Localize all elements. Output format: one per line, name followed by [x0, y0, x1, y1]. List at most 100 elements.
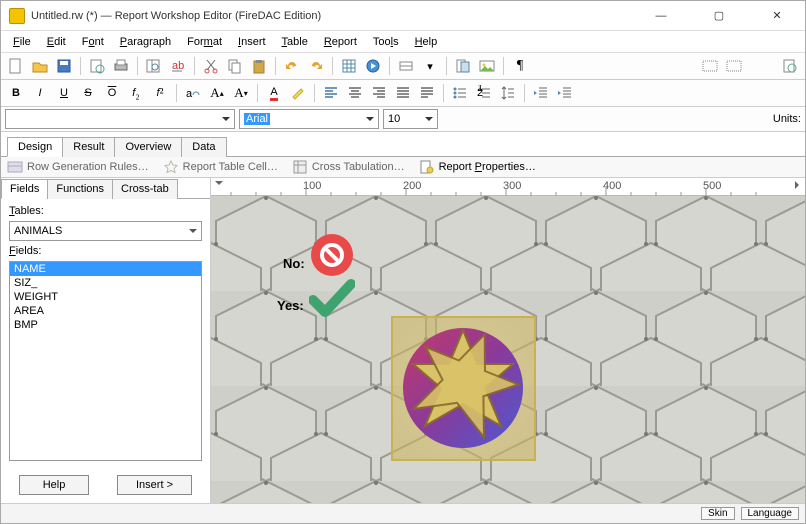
- overline-icon[interactable]: O: [101, 82, 123, 104]
- crosstab-button[interactable]: Cross Tabulation…: [292, 159, 405, 175]
- insert-report-icon[interactable]: [452, 55, 474, 77]
- maximize-button[interactable]: ▢: [699, 4, 739, 28]
- list-item[interactable]: BMP: [10, 318, 201, 332]
- replace-icon[interactable]: ab: [167, 55, 189, 77]
- canvas[interactable]: No: Yes:: [211, 196, 805, 503]
- dropdown-icon[interactable]: ▾: [419, 55, 441, 77]
- superscript-icon[interactable]: f²: [149, 82, 171, 104]
- outdent-icon[interactable]: [530, 82, 552, 104]
- align-center-icon[interactable]: [344, 82, 366, 104]
- menu-table[interactable]: Table: [276, 34, 314, 50]
- italic-icon[interactable]: I: [29, 82, 51, 104]
- bold-icon[interactable]: B: [5, 82, 27, 104]
- align-justify-icon[interactable]: [392, 82, 414, 104]
- line-spacing-icon[interactable]: [497, 82, 519, 104]
- cut-icon[interactable]: [200, 55, 222, 77]
- insert-table-icon[interactable]: [338, 55, 360, 77]
- insert-image-icon[interactable]: [476, 55, 498, 77]
- shrink-font-icon[interactable]: A▾: [230, 82, 252, 104]
- menu-help[interactable]: Help: [409, 34, 444, 50]
- underline-icon[interactable]: U: [53, 82, 75, 104]
- list-item[interactable]: AREA: [10, 304, 201, 318]
- menu-font[interactable]: Font: [76, 34, 110, 50]
- fields-label: Fields:: [9, 245, 202, 257]
- app-icon: [9, 8, 25, 24]
- window-buttons: — ▢ ✕: [641, 4, 797, 28]
- row-generation-button[interactable]: Row Generation Rules…: [7, 159, 149, 175]
- style-combo[interactable]: [5, 109, 235, 129]
- insert-field-icon[interactable]: [395, 55, 417, 77]
- font-combo[interactable]: Arial: [239, 109, 379, 129]
- report-properties-button[interactable]: Report Properties…: [419, 159, 536, 175]
- case-toggle-icon[interactable]: a: [182, 82, 204, 104]
- menu-report[interactable]: Report: [318, 34, 363, 50]
- copy-icon[interactable]: [224, 55, 246, 77]
- left-buttons: Help Insert >: [1, 467, 210, 503]
- tab-overview[interactable]: Overview: [114, 137, 182, 157]
- tables-select[interactable]: ANIMALS: [9, 221, 202, 241]
- numbering-icon[interactable]: 12: [473, 82, 495, 104]
- menu-tools[interactable]: Tools: [367, 34, 405, 50]
- paste-icon[interactable]: [248, 55, 270, 77]
- ltab-crosstab[interactable]: Cross-tab: [112, 179, 178, 199]
- ruler[interactable]: 100 200 300 400 500: [211, 178, 805, 196]
- grow-font-icon[interactable]: A▴: [206, 82, 228, 104]
- help-button[interactable]: Help: [19, 475, 89, 495]
- indent-icon[interactable]: [554, 82, 576, 104]
- tables-label: Tables:: [9, 205, 202, 217]
- paragraph-marks-icon[interactable]: ¶: [509, 55, 531, 77]
- doc-tabs: Design Result Overview Data: [1, 132, 805, 157]
- align-left-icon[interactable]: [320, 82, 342, 104]
- new-icon[interactable]: [5, 55, 27, 77]
- menu-insert[interactable]: Insert: [232, 34, 272, 50]
- body: Fields Functions Cross-tab Tables: ANIMA…: [1, 178, 805, 503]
- tablecell-icon: [163, 159, 179, 175]
- tab-design[interactable]: Design: [7, 137, 63, 157]
- crosstab-icon: [292, 159, 308, 175]
- menu-edit[interactable]: Edit: [41, 34, 72, 50]
- strike-icon[interactable]: S: [77, 82, 99, 104]
- save-icon[interactable]: [53, 55, 75, 77]
- insert-object-icon[interactable]: [362, 55, 384, 77]
- combo-row: Arial 10 Units:: [1, 107, 805, 132]
- open-icon[interactable]: [29, 55, 51, 77]
- fields-list[interactable]: NAME SIZ_ WEIGHT AREA BMP: [9, 261, 202, 461]
- yes-label: Yes:: [277, 298, 304, 313]
- subscript-icon[interactable]: f₂: [125, 82, 147, 104]
- tab-result[interactable]: Result: [62, 137, 115, 157]
- list-item[interactable]: SIZ_: [10, 276, 201, 290]
- toolbar-format: B I U S O f₂ f² a A▴ A▾ A 12: [1, 80, 805, 107]
- list-item[interactable]: NAME: [10, 262, 201, 276]
- ltab-functions[interactable]: Functions: [47, 179, 113, 199]
- bullets-icon[interactable]: [449, 82, 471, 104]
- close-button[interactable]: ✕: [757, 4, 797, 28]
- font-color-icon[interactable]: A: [263, 82, 285, 104]
- insert-button[interactable]: Insert >: [117, 475, 192, 495]
- left-panel: Fields Functions Cross-tab Tables: ANIMA…: [1, 178, 211, 503]
- svg-text:a: a: [186, 88, 193, 100]
- minimize-button[interactable]: —: [641, 4, 681, 28]
- tab-data[interactable]: Data: [181, 137, 226, 157]
- size-combo[interactable]: 10: [383, 109, 438, 129]
- grid-icon-1[interactable]: [699, 55, 721, 77]
- highlight-icon[interactable]: [287, 82, 309, 104]
- inserted-image[interactable]: [391, 316, 536, 461]
- redo-icon[interactable]: [305, 55, 327, 77]
- zoom-icon[interactable]: [779, 55, 801, 77]
- menu-file[interactable]: File: [7, 34, 37, 50]
- list-item[interactable]: WEIGHT: [10, 290, 201, 304]
- report-toolbar: Row Generation Rules… Report Table Cell……: [1, 157, 805, 178]
- print-icon[interactable]: [110, 55, 132, 77]
- ltab-fields[interactable]: Fields: [1, 179, 48, 199]
- table-cell-button[interactable]: Report Table Cell…: [163, 159, 278, 175]
- undo-icon[interactable]: [281, 55, 303, 77]
- menu-paragraph[interactable]: Paragraph: [114, 34, 177, 50]
- menu-format[interactable]: Format: [181, 34, 228, 50]
- skin-button[interactable]: Skin: [701, 507, 734, 520]
- align-distribute-icon[interactable]: [416, 82, 438, 104]
- align-right-icon[interactable]: [368, 82, 390, 104]
- language-button[interactable]: Language: [741, 507, 800, 520]
- find-icon[interactable]: [143, 55, 165, 77]
- grid-icon-2[interactable]: [723, 55, 745, 77]
- print-preview-icon[interactable]: [86, 55, 108, 77]
